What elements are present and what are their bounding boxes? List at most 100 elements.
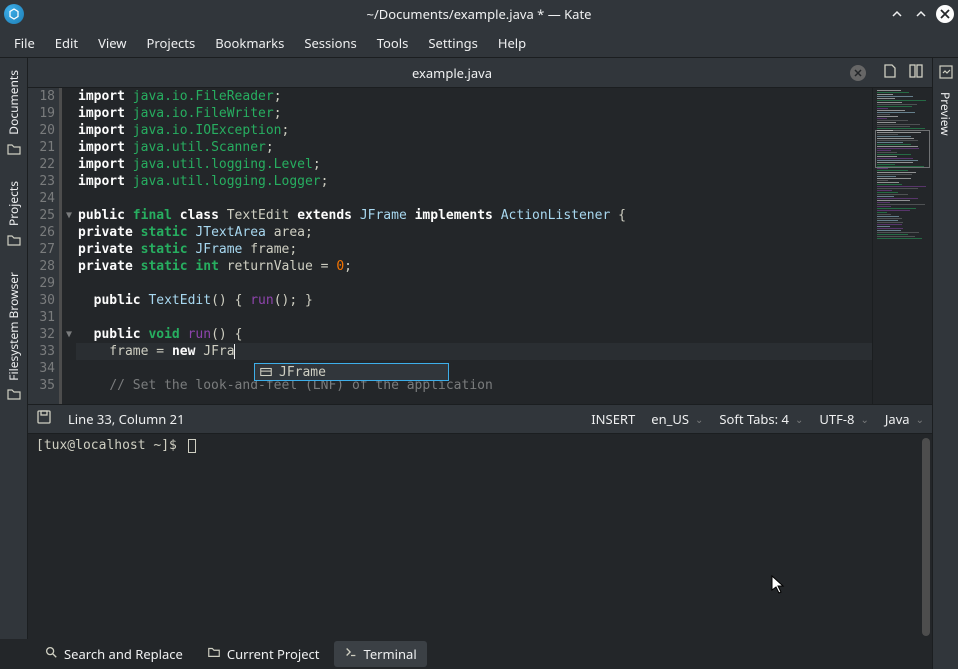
code-line[interactable]: import java.util.logging.Logger; [76, 173, 872, 190]
document-tabbar: example.java [0, 58, 958, 88]
menu-bookmarks[interactable]: Bookmarks [205, 29, 294, 57]
locale-selector[interactable]: en_US⌄ [651, 410, 703, 428]
line-number: 23 [28, 173, 55, 190]
code-line[interactable]: // Set the look-and-feel (LNF) of the ap… [76, 377, 872, 394]
code-line[interactable]: private static int returnValue = 0; [76, 258, 872, 275]
bottom-tab-current-project[interactable]: Current Project [197, 641, 330, 667]
cursor-position[interactable]: Line 33, Column 21 [68, 410, 185, 428]
fold-marker [62, 275, 76, 292]
folder-icon [6, 386, 22, 410]
line-number: 24 [28, 190, 55, 207]
fold-marker [62, 292, 76, 309]
panel-tab-filesystem-browser[interactable]: Filesystem Browser [5, 266, 22, 387]
folder-icon [207, 645, 221, 663]
insert-mode[interactable]: INSERT [591, 410, 635, 428]
language-selector[interactable]: Java⌄ [885, 410, 924, 428]
tab-close-icon[interactable] [850, 65, 866, 81]
left-sidebar: Documents Projects Filesystem Browser [0, 58, 28, 639]
folder-icon [6, 232, 22, 256]
editor: 181920212223242526272829303132333435 ▼▼ … [28, 88, 932, 404]
autocomplete-popup[interactable]: JFrame [254, 363, 449, 381]
fold-marker[interactable]: ▼ [62, 207, 76, 224]
code-area[interactable]: import java.io.FileReader;import java.io… [76, 88, 872, 404]
tabs-selector[interactable]: Soft Tabs: 4⌄ [719, 410, 803, 428]
line-number: 28 [28, 258, 55, 275]
tab-label: example.java [412, 64, 492, 82]
code-line[interactable]: private static JFrame frame; [76, 241, 872, 258]
bottom-tab-label: Terminal [364, 645, 417, 663]
bottom-tab-search-and-replace[interactable]: Search and Replace [34, 641, 193, 667]
line-number: 20 [28, 122, 55, 139]
fold-marker [62, 377, 76, 394]
code-line[interactable]: import java.io.FileWriter; [76, 105, 872, 122]
menu-tools[interactable]: Tools [367, 29, 419, 57]
terminal-scrollbar[interactable] [922, 438, 930, 636]
fold-marker [62, 360, 76, 377]
code-line[interactable] [76, 190, 872, 207]
panel-tab-preview[interactable]: Preview [937, 86, 954, 142]
menu-file[interactable]: File [4, 29, 45, 57]
line-number: 32 [28, 326, 55, 343]
code-line[interactable] [76, 275, 872, 292]
fold-marker[interactable]: ▼ [62, 326, 76, 343]
menu-view[interactable]: View [88, 29, 136, 57]
code-line[interactable] [76, 360, 872, 377]
line-number: 22 [28, 156, 55, 173]
fold-column: ▼▼ [62, 88, 76, 404]
folder-icon [6, 141, 22, 165]
code-line[interactable]: frame = new JFra [76, 343, 872, 360]
bottom-tab-label: Search and Replace [64, 645, 183, 663]
fold-marker [62, 224, 76, 241]
search-icon [44, 645, 58, 663]
menu-sessions[interactable]: Sessions [294, 29, 366, 57]
fold-marker [62, 258, 76, 275]
fold-marker [62, 173, 76, 190]
menu-projects[interactable]: Projects [137, 29, 206, 57]
line-number: 18 [28, 88, 55, 105]
fold-marker [62, 105, 76, 122]
fold-marker [62, 156, 76, 173]
line-number: 33 [28, 343, 55, 360]
terminal-icon [344, 645, 358, 663]
fold-marker [62, 139, 76, 156]
app-icon [4, 4, 24, 24]
code-line[interactable] [76, 309, 872, 326]
line-number: 30 [28, 292, 55, 309]
window-title: ~/Documents/example.java * — Kate [0, 5, 958, 23]
menu-help[interactable]: Help [488, 29, 536, 57]
code-line[interactable]: import java.io.FileReader; [76, 88, 872, 105]
line-number: 34 [28, 360, 55, 377]
class-icon [259, 365, 273, 379]
close-button[interactable] [936, 5, 954, 23]
right-sidebar: Preview [932, 58, 958, 669]
code-line[interactable]: private static JTextArea area; [76, 224, 872, 241]
code-line[interactable]: import java.io.IOException; [76, 122, 872, 139]
panel-tab-projects[interactable]: Projects [5, 175, 22, 232]
titlebar: ~/Documents/example.java * — Kate [0, 0, 958, 28]
minimize-button[interactable] [888, 5, 906, 23]
line-number: 35 [28, 377, 55, 394]
menubar: FileEditViewProjectsBookmarksSessionsToo… [0, 28, 958, 58]
panel-tab-documents[interactable]: Documents [5, 64, 22, 141]
encoding-selector[interactable]: UTF-8⌄ [819, 410, 869, 428]
line-number: 21 [28, 139, 55, 156]
bottom-tab-terminal[interactable]: Terminal [334, 641, 427, 667]
save-status-icon[interactable] [36, 409, 52, 429]
code-line[interactable]: public void run() { [76, 326, 872, 343]
fold-marker [62, 309, 76, 326]
split-view-icon[interactable] [908, 63, 924, 83]
code-line[interactable]: import java.util.logging.Level; [76, 156, 872, 173]
new-doc-icon[interactable] [882, 63, 898, 83]
terminal-panel[interactable]: [tux@localhost ~]$ [28, 434, 932, 640]
menu-settings[interactable]: Settings [418, 29, 487, 57]
code-line[interactable]: import java.util.Scanner; [76, 139, 872, 156]
document-tab[interactable]: example.java [30, 64, 874, 82]
line-number: 31 [28, 309, 55, 326]
maximize-button[interactable] [912, 5, 930, 23]
minimap[interactable] [872, 88, 932, 404]
fold-marker [62, 122, 76, 139]
menu-edit[interactable]: Edit [45, 29, 88, 57]
code-line[interactable]: public TextEdit() { run(); } [76, 292, 872, 309]
code-line[interactable]: public final class TextEdit extends JFra… [76, 207, 872, 224]
fold-marker [62, 88, 76, 105]
